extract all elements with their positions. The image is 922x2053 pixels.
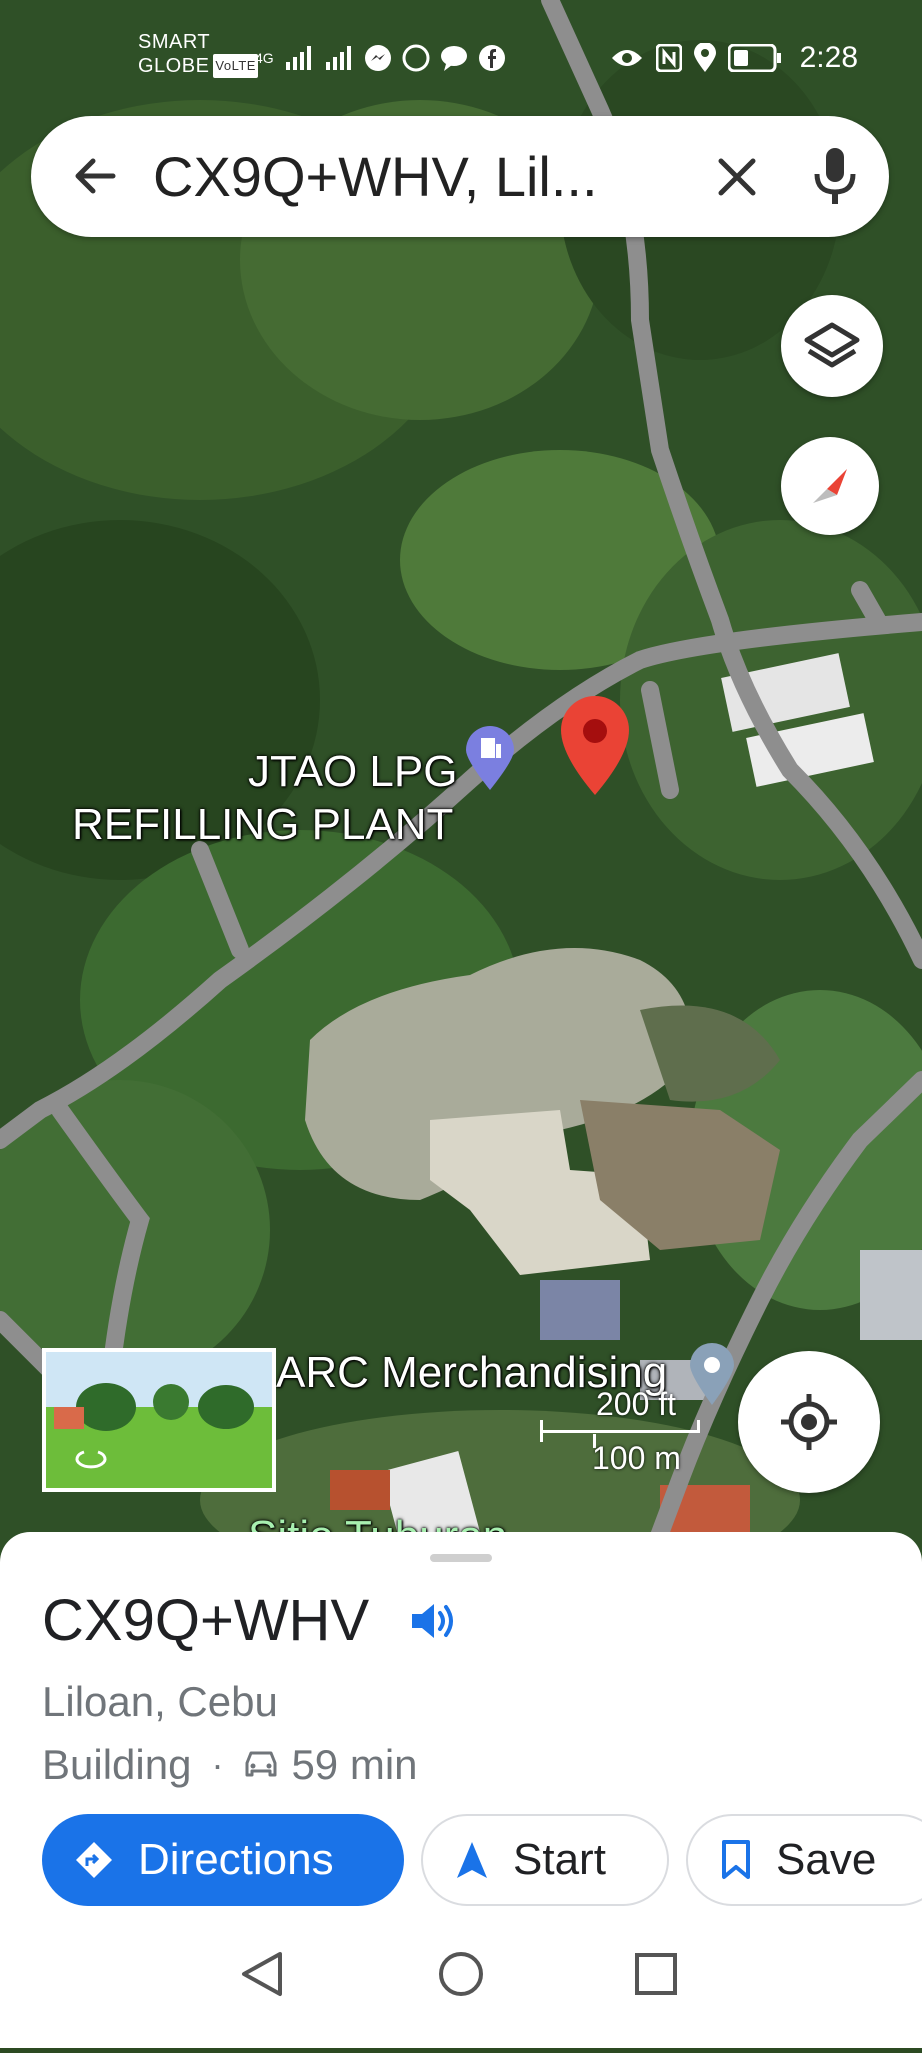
directions-button[interactable]: Directions	[42, 1814, 404, 1906]
directions-icon	[76, 1842, 112, 1878]
clock: 2:28	[799, 41, 858, 74]
network-type: 4G	[255, 50, 274, 66]
navigation-arrow-icon	[457, 1842, 487, 1878]
scale-meters: 100 m	[592, 1440, 681, 1476]
start-button[interactable]: Start	[421, 1814, 669, 1906]
volte-badge: VoLTE	[213, 54, 258, 78]
layers-button[interactable]	[781, 295, 883, 397]
eye-icon	[611, 50, 642, 66]
place-title: CX9Q+WHV	[42, 1588, 370, 1653]
messenger-icon	[364, 45, 391, 71]
back-nav-icon[interactable]	[242, 1952, 282, 1996]
compass-button[interactable]	[781, 437, 879, 535]
location-icon	[693, 43, 716, 72]
search-query[interactable]: CX9Q+WHV, Lil...	[153, 142, 673, 212]
directions-label: Directions	[138, 1835, 334, 1884]
close-icon[interactable]	[709, 149, 765, 205]
battery-icon	[727, 44, 781, 72]
viber-icon	[402, 44, 430, 72]
lpg-label-line1[interactable]: JTAO LPG	[248, 747, 457, 797]
carrier-smart: SMART	[138, 31, 211, 53]
street-view-image	[46, 1352, 272, 1488]
layers-icon	[804, 322, 860, 368]
home-nav-icon[interactable]	[439, 1952, 483, 1996]
carrier-globe: GLOBE	[138, 55, 210, 77]
facebook-icon	[478, 45, 505, 71]
signal-icon	[285, 46, 311, 70]
bookmark-icon	[722, 1840, 750, 1879]
place-category: Building	[42, 1741, 192, 1788]
compass-icon	[813, 469, 847, 503]
carrier-info: SMART GLOBE VoLTE	[138, 30, 258, 78]
speaker-icon[interactable]	[408, 1598, 458, 1644]
place-details: Building · 59 min	[42, 1737, 418, 1793]
drag-handle[interactable]	[430, 1554, 492, 1562]
nfc-icon	[655, 44, 682, 72]
save-button[interactable]: Save	[686, 1814, 922, 1906]
separator: ·	[211, 1744, 224, 1785]
system-nav-bar	[0, 1940, 922, 2048]
signal-icon-2	[325, 46, 351, 70]
my-location-button[interactable]	[738, 1351, 880, 1493]
microphone-icon[interactable]	[807, 144, 863, 208]
start-label: Start	[513, 1835, 606, 1884]
drive-time: 59 min	[291, 1741, 418, 1788]
scale-feet: 200 ft	[596, 1386, 677, 1422]
search-bar[interactable]: CX9Q+WHV, Lil...	[31, 116, 889, 237]
save-label: Save	[776, 1835, 877, 1884]
chat-icon	[440, 46, 467, 71]
scale-bar: 200 ft 100 m	[540, 1386, 710, 1490]
recents-nav-icon[interactable]	[635, 1953, 677, 1995]
status-left-icons: 4G	[255, 38, 506, 78]
street-view-thumbnail[interactable]	[42, 1348, 276, 1492]
car-icon	[245, 1751, 277, 1777]
back-arrow-icon[interactable]	[67, 148, 123, 204]
place-locality: Liloan, Cebu	[42, 1678, 278, 1725]
lpg-label-line2[interactable]: REFILLING PLANT	[72, 800, 453, 850]
my-location-icon	[781, 1394, 837, 1450]
status-right-icons: 2:28	[610, 38, 858, 78]
status-bar: SMART GLOBE VoLTE 4G 2:28	[0, 0, 922, 110]
